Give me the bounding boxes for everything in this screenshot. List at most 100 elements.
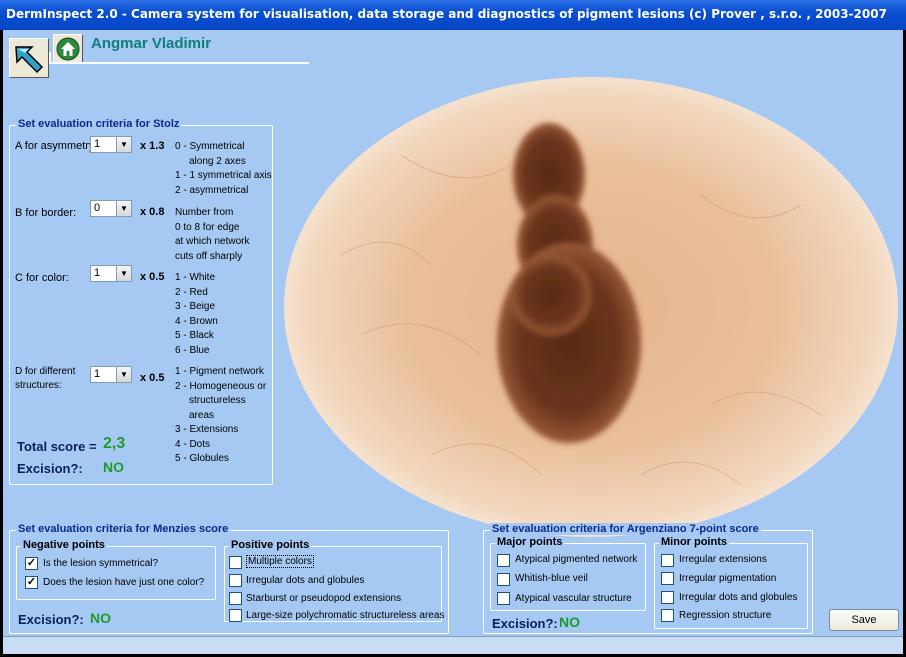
negative-points-group: Negative points ✓ Is the lesion symmetri… [16,539,216,600]
back-button[interactable] [9,38,49,78]
desc-line: at which network [175,236,250,247]
border-select[interactable]: 0 ▼ [90,200,132,217]
asymmetry-value: 1 [94,138,101,150]
border-value: 0 [94,202,101,214]
one-color-label[interactable]: Does the lesion have just one color? [43,577,204,588]
stolz-excision-label: Excision?: [17,461,83,476]
desc-line: 1 - 1 symmetrical axis [175,170,272,181]
menzies-group: Set evaluation criteria for Menzies scor… [9,523,449,634]
regression-structure-label[interactable]: Regression structure [679,610,771,621]
vascular-structure-checkbox[interactable] [497,592,510,605]
border-multiplier: x 0.8 [140,206,165,218]
color-description: 1 - White 2 - Red 3 - Beige 4 - Brown 5 … [175,271,218,358]
polychromatic-checkbox[interactable] [229,609,242,622]
menzies-excision-label: Excision?: [18,612,84,627]
irregular-dots-checkbox[interactable] [229,574,242,587]
color-label: C for color: [15,272,69,284]
negative-points-title: Negative points [21,539,107,551]
desc-line: 6 - Blue [175,344,210,356]
starburst-label[interactable]: Starburst or pseudopod extensions [246,593,401,604]
irregular-extensions-checkbox[interactable] [661,554,674,567]
desc-line: along 2 axes [189,155,246,167]
irregular-pigmentation-label[interactable]: Irregular pigmentation [679,573,776,584]
structures-label: D for different structures: [15,365,75,393]
symmetrical-checkbox[interactable]: ✓ [25,557,38,570]
main-window: Angmar Vladimir Set evaluation criteria … [3,30,903,654]
atypical-network-checkbox[interactable] [497,554,510,567]
stolz-excision-value: NO [103,459,124,475]
desc-line: 1 - Pigment network [175,366,264,377]
lesion-image [281,75,901,545]
irregular-extensions-label[interactable]: Irregular extensions [679,554,767,565]
structures-select[interactable]: 1 ▼ [90,366,132,383]
minor-points-title: Minor points [659,536,729,548]
border-label: B for border: [15,207,77,219]
multiple-colors-checkbox[interactable] [229,556,242,569]
stolz-group: Set evaluation criteria for Stolz A for … [9,118,273,485]
starburst-checkbox[interactable] [229,592,242,605]
desc-line: cuts off sharply [175,250,243,262]
desc-line: 4 - Brown [175,315,218,327]
atypical-network-label[interactable]: Atypical pigmented network [515,554,637,565]
vascular-structure-label[interactable]: Atypical vascular structure [515,593,632,604]
major-points-title: Major points [495,536,565,548]
symmetrical-label[interactable]: Is the lesion symmetrical? [43,558,158,569]
desc-line: structureless areas [189,395,246,421]
back-arrow-icon [15,46,44,74]
asymmetry-description: 0 - Symmetrical along 2 axes 1 - 1 symme… [175,140,272,198]
stolz-group-title: Set evaluation criteria for Stolz [16,118,182,130]
desc-line: 5 - Black [175,330,214,341]
chevron-down-icon[interactable]: ▼ [116,201,131,216]
chevron-down-icon[interactable]: ▼ [116,137,131,152]
irregular-dots-label[interactable]: Irregular dots and globules [246,575,364,586]
desc-line: 0 to 8 for edge [175,221,240,233]
status-bar [3,636,903,654]
window-title: DermInspect 2.0 - Camera system for visu… [0,0,906,30]
polychromatic-label[interactable]: Large-size polychromatic structureless a… [246,610,444,621]
color-multiplier: x 0.5 [140,271,165,283]
irregular-dots-globules-checkbox[interactable] [661,591,674,604]
menzies-group-title: Set evaluation criteria for Menzies scor… [16,523,231,535]
border-description: Number from 0 to 8 for edge at which net… [175,206,249,264]
color-select[interactable]: 1 ▼ [90,265,132,282]
whitish-veil-checkbox[interactable] [497,573,510,586]
desc-line: 3 - Extensions [175,424,239,435]
asymmetry-label: A for asymmetry: [15,140,98,152]
total-score-value: 2,3 [103,435,126,452]
whitish-veil-label[interactable]: Whitish-blue veil [515,573,588,584]
desc-line: 2 - Homogeneous or [175,380,267,392]
irregular-dots-globules-label[interactable]: Irregular dots and globules [679,592,797,603]
chevron-down-icon[interactable]: ▼ [116,266,131,281]
structures-multiplier: x 0.5 [140,372,165,384]
major-points-group: Major points Atypical pigmented network … [490,536,646,611]
dermoscopy-image [284,77,898,537]
asymmetry-select[interactable]: 1 ▼ [90,136,132,153]
argenziano-excision-value: NO [559,614,580,630]
positive-points-title: Positive points [229,539,312,551]
argenziano-group-title: Set evaluation criteria for Argenziano 7… [490,523,761,535]
argenziano-excision-label: Excision?: [492,616,558,631]
save-button[interactable]: Save [829,609,899,631]
desc-line: 1 - White [175,272,216,283]
desc-line: 0 - Symmetrical [175,141,245,152]
asymmetry-multiplier: x 1.3 [140,140,165,152]
structures-label-line: D for different [15,366,76,377]
regression-structure-checkbox[interactable] [661,609,674,622]
structures-description: 1 - Pigment network 2 - Homogeneous or s… [175,365,272,467]
desc-line: 2 - asymmetrical [175,184,249,196]
multiple-colors-text: Multiple colors [246,555,314,568]
total-score-label: Total score = [17,439,97,454]
header-divider [49,52,309,64]
irregular-pigmentation-checkbox[interactable] [661,572,674,585]
desc-line: 3 - Beige [175,301,216,312]
minor-points-group: Minor points Irregular extensions Irregu… [654,536,808,629]
structures-value: 1 [94,368,101,380]
multiple-colors-label[interactable]: Multiple colors [246,555,314,568]
chevron-down-icon[interactable]: ▼ [116,367,131,382]
patient-name: Angmar Vladimir [91,35,212,52]
desc-line: 5 - Globules [175,453,229,464]
one-color-checkbox[interactable]: ✓ [25,576,38,589]
color-value: 1 [94,267,101,279]
argenziano-group: Set evaluation criteria for Argenziano 7… [483,523,813,634]
structures-label-line: structures: [15,380,62,391]
